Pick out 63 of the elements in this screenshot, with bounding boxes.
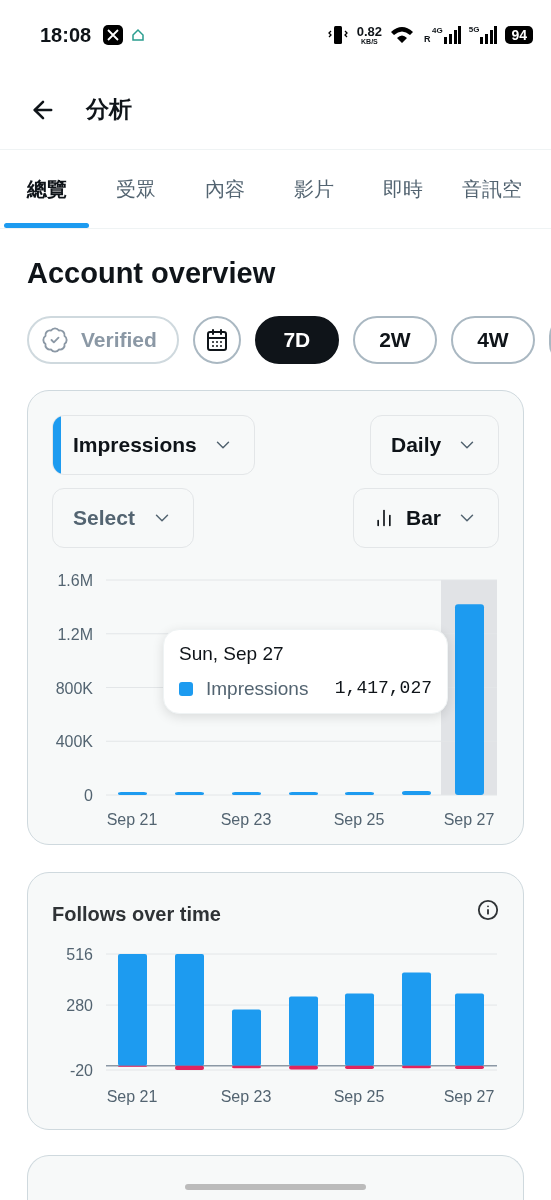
axis-label: Sep 25 <box>333 811 385 828</box>
tooltip-series: Impressions <box>206 676 309 701</box>
network-type: 5G <box>468 26 480 34</box>
info-icon <box>477 899 499 921</box>
axis-label: Sep 21 <box>106 1088 158 1105</box>
signal-icon <box>479 26 498 44</box>
vibrate-icon <box>326 24 349 46</box>
chart-bar[interactable] <box>402 1065 431 1069</box>
chart-bar[interactable] <box>289 792 318 795</box>
network-type: 4G <box>432 27 443 35</box>
metric-dropdown[interactable]: Impressions <box>52 415 255 475</box>
axis-label: 1.2M <box>57 625 93 643</box>
roaming-label: R <box>424 35 431 44</box>
home-icon <box>131 28 146 42</box>
interval-dropdown[interactable]: Daily <box>370 415 499 475</box>
chart-bar[interactable] <box>175 792 204 795</box>
calendar-icon <box>204 328 229 352</box>
axis-label: Sep 27 <box>443 811 495 828</box>
network-speed: 0.82 <box>356 25 383 38</box>
axis-label: Sep 21 <box>106 811 158 828</box>
range-chip[interactable]: 7D <box>254 316 339 364</box>
tab[interactable]: 音訊空 <box>447 150 536 228</box>
axis-label: 400K <box>55 733 93 751</box>
chart-bar[interactable] <box>232 1065 261 1069</box>
section-title: Account overview <box>27 256 277 291</box>
tab[interactable]: 總覽 <box>2 150 91 228</box>
calendar-button[interactable] <box>192 316 241 364</box>
bar-chart-icon <box>374 508 394 528</box>
chart-bar[interactable] <box>289 1065 318 1070</box>
chart-bar[interactable] <box>232 792 261 795</box>
tab[interactable]: 受眾 <box>91 150 180 228</box>
card-title: Follows over time <box>52 902 221 927</box>
tab[interactable]: 內容 <box>180 150 269 228</box>
axis-label: 280 <box>66 997 93 1015</box>
chart-type-dropdown[interactable]: Bar <box>353 488 499 548</box>
axis-label: 516 <box>66 946 93 963</box>
axis-label: 1.6M <box>57 572 93 589</box>
axis-label: -20 <box>69 1062 93 1079</box>
axis-label: Sep 23 <box>220 811 272 828</box>
chart-bar[interactable] <box>118 792 147 795</box>
chart-bar[interactable] <box>402 790 431 795</box>
range-chip[interactable]: 2W <box>352 316 437 364</box>
compare-dropdown[interactable]: Select <box>52 488 194 548</box>
chart-bar[interactable] <box>175 1065 204 1070</box>
range-chip[interactable]: 4W <box>450 316 535 364</box>
tooltip-value: 1,417,027 <box>334 677 432 701</box>
chart-bar[interactable] <box>345 1065 374 1069</box>
status-time: 18:08 <box>40 23 92 48</box>
verified-badge-icon <box>41 326 69 354</box>
tab[interactable]: 影片 <box>269 150 358 228</box>
x-app-icon <box>103 25 124 45</box>
battery-level: 94 <box>505 26 533 44</box>
page-title: 分析 <box>86 95 132 125</box>
tooltip-date: Sun, Sep 27 <box>179 642 285 666</box>
axis-label: Sep 23 <box>220 1088 272 1105</box>
chart-bar[interactable] <box>455 1065 484 1069</box>
axis-label: 0 <box>84 787 93 804</box>
axis-label: 800K <box>55 679 93 697</box>
chart-bar[interactable] <box>345 792 374 795</box>
axis-label: Sep 25 <box>333 1088 385 1105</box>
signal-icon <box>442 26 461 44</box>
axis-label: Sep 27 <box>443 1088 495 1105</box>
tab[interactable]: 即時 <box>358 150 447 228</box>
